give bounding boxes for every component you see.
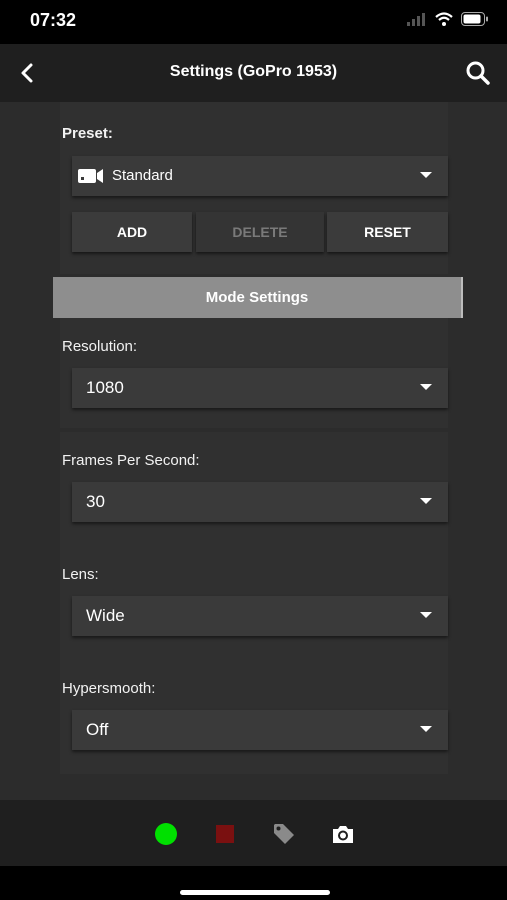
resolution-label: Resolution: [62,338,138,355]
status-icons [407,12,489,26]
resolution-select[interactable]: 1080 [72,368,448,408]
hypersmooth-section: Hypersmooth: Off [60,660,448,774]
lens-label: Lens: [62,566,99,583]
lens-value: Wide [86,606,125,625]
chevron-down-icon [420,498,432,504]
nav-bar: Settings (GoPro 1953) [0,44,507,102]
chevron-down-icon [420,612,432,618]
preset-label: Preset: [62,125,113,142]
stop-icon[interactable] [216,825,234,843]
chevron-down-icon [420,726,432,732]
add-button[interactable]: ADD [72,212,192,252]
fps-select[interactable]: 30 [72,482,448,522]
preset-section: Preset: Standard ADD DELETE RESET [60,102,448,274]
status-time: 07:32 [30,10,77,30]
wifi-icon [435,12,453,26]
reset-button[interactable]: RESET [327,212,448,252]
search-icon[interactable] [465,60,491,86]
chevron-down-icon [420,172,432,178]
fps-value: 30 [86,492,105,511]
status-bar: 07:32 [0,0,507,44]
tag-icon[interactable] [272,822,296,846]
settings-content: Preset: Standard ADD DELETE RESET Mode S… [0,102,507,800]
camera-icon[interactable] [331,823,355,845]
video-camera-icon [78,169,103,183]
hypersmooth-value: Off [86,720,109,739]
fps-label: Frames Per Second: [62,452,200,469]
preset-value: Standard [112,167,173,184]
bottom-toolbar [0,800,507,866]
hypersmooth-select[interactable]: Off [72,710,448,750]
screen: 07:32 Settings (GoPro 1953) Preset: Stan… [0,0,507,900]
signal-icon [407,12,425,26]
lens-section: Lens: Wide [60,546,448,662]
mode-settings-button[interactable]: Mode Settings [53,277,463,318]
delete-button[interactable]: DELETE [196,212,324,252]
hypersmooth-label: Hypersmooth: [62,680,156,697]
lens-select[interactable]: Wide [72,596,448,636]
fps-section: Frames Per Second: 30 [60,432,448,548]
battery-icon [461,12,488,26]
page-title: Settings (GoPro 1953) [169,63,338,80]
resolution-section: Resolution: 1080 [60,318,448,428]
resolution-value: 1080 [86,378,124,397]
home-indicator[interactable] [180,890,330,895]
record-icon[interactable] [155,823,177,845]
preset-select[interactable]: Standard [72,156,448,196]
chevron-down-icon [420,384,432,390]
